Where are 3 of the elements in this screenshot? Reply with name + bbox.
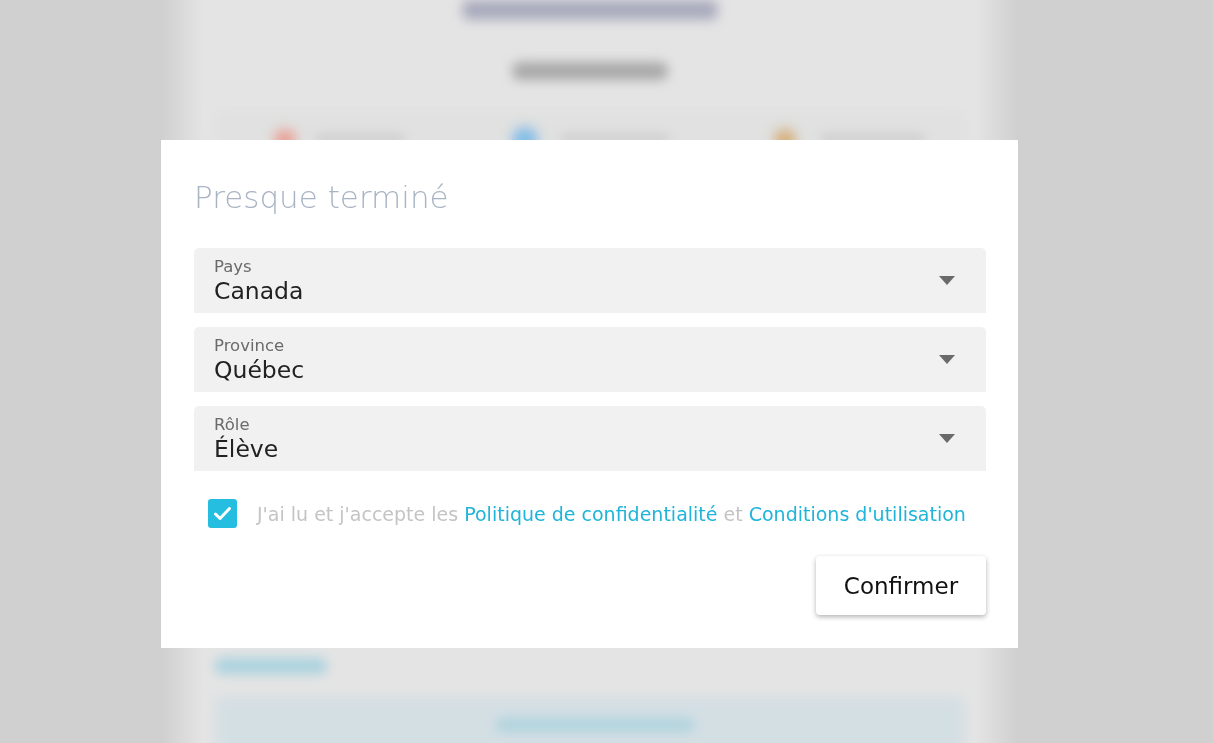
caret-icon [939, 276, 955, 285]
caret-icon [939, 355, 955, 364]
caret-icon [939, 434, 955, 443]
